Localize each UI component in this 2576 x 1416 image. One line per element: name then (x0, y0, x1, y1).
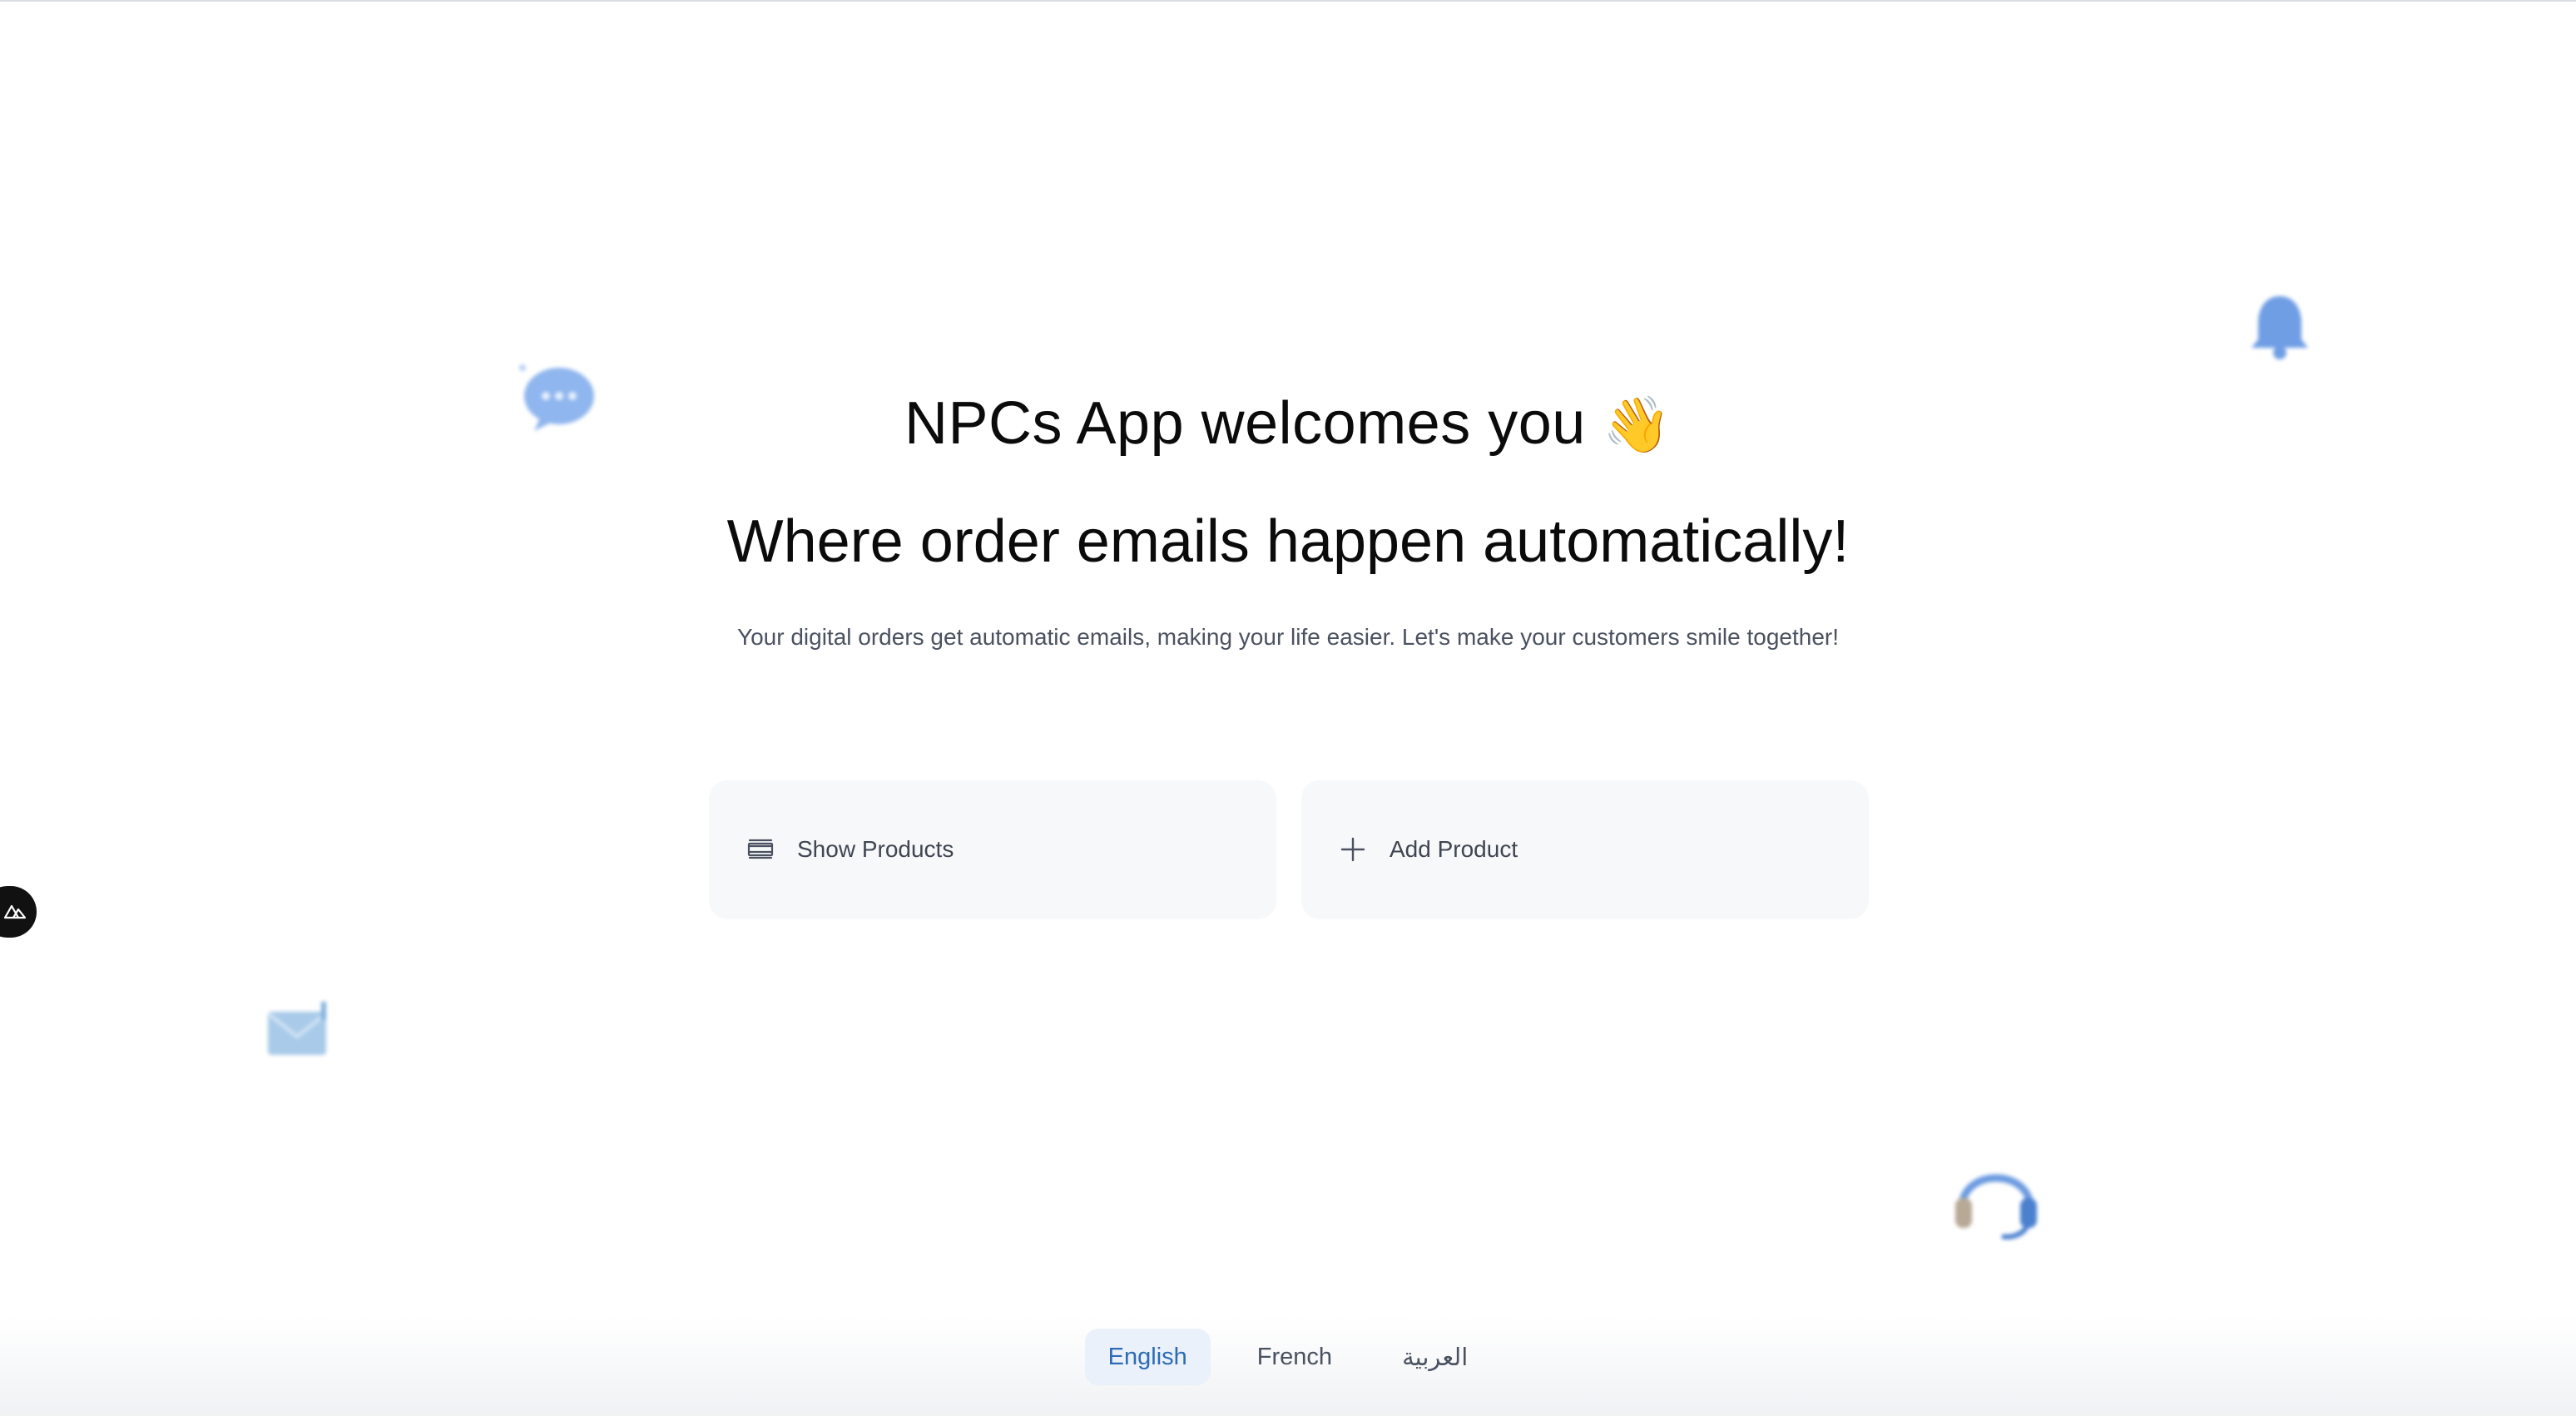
language-switcher: English French العربية (0, 1329, 2576, 1385)
add-product-button[interactable]: Add Product (1301, 780, 1869, 918)
add-product-label: Add Product (1390, 836, 1518, 862)
page-description: Your digital orders get automatic emails… (736, 624, 1840, 650)
title-text: NPCs App welcomes you (904, 390, 1586, 457)
side-badge[interactable] (0, 886, 37, 938)
mail-icon (265, 1000, 333, 1060)
show-products-label: Show Products (797, 836, 954, 862)
list-icon (746, 834, 775, 864)
action-cards: Show Products Add Product (709, 780, 1869, 918)
page-subtitle: Where order emails happen automatically! (726, 508, 1850, 575)
page-title: NPCs App welcomes you 👋 (0, 386, 2576, 463)
headphones-icon (1950, 1143, 2042, 1243)
waving-hand-icon: 👋 (1603, 393, 1672, 457)
nuxt-logo-icon (3, 901, 27, 923)
hero-section: NPCs App welcomes you 👋 Where order emai… (0, 386, 2576, 652)
language-option-french[interactable]: French (1234, 1329, 1355, 1385)
plus-icon (1338, 834, 1368, 864)
language-option-arabic[interactable]: العربية (1379, 1329, 1491, 1385)
bell-icon (2247, 291, 2313, 363)
app-page: NPCs App welcomes you 👋 Where order emai… (0, 0, 2576, 1416)
show-products-button[interactable]: Show Products (709, 780, 1276, 918)
language-option-english[interactable]: English (1084, 1329, 1211, 1385)
